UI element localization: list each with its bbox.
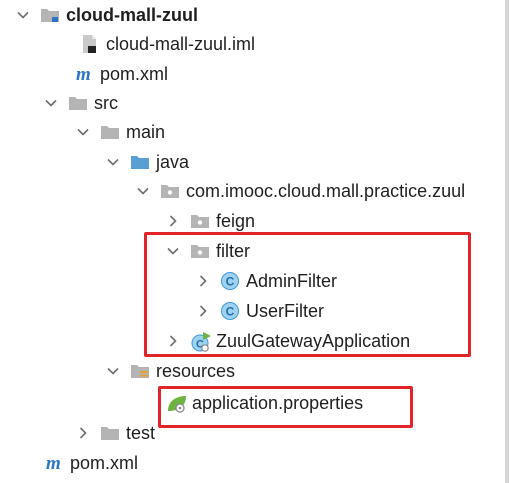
folder-icon	[68, 93, 88, 113]
tree-node-java[interactable]: java	[106, 147, 189, 177]
source-folder-icon	[130, 152, 150, 172]
chevron-down-icon[interactable]	[136, 184, 150, 198]
resources-folder-icon	[130, 361, 150, 381]
tree-node-main[interactable]: main	[76, 117, 165, 147]
chevron-right-icon[interactable]	[76, 426, 90, 440]
chevron-down-icon[interactable]	[16, 8, 30, 22]
tree-node-resources[interactable]: resources	[106, 356, 235, 386]
chevron-down-icon[interactable]	[106, 155, 120, 169]
tree-node-label: java	[156, 152, 190, 172]
tree-node-label: cloud-mall-zuul.iml	[106, 34, 256, 54]
svg-text:m: m	[76, 64, 91, 84]
maven-icon: m	[46, 453, 68, 473]
tree-node-root-pom-xml[interactable]: m pom.xml	[46, 448, 138, 478]
package-icon	[190, 211, 210, 231]
tree-node-label: resources	[156, 361, 236, 381]
tree-node-label: main	[126, 122, 166, 142]
highlight-box-filter-package	[144, 232, 471, 357]
tree-node-cloud-mall-zuul[interactable]: cloud-mall-zuul	[16, 0, 198, 30]
tree-node-label: src	[94, 93, 118, 113]
package-icon	[160, 181, 180, 201]
folder-icon	[100, 423, 120, 443]
maven-icon: m	[76, 64, 98, 84]
iml-file-icon	[80, 34, 100, 54]
tree-node-iml-file[interactable]: cloud-mall-zuul.iml	[80, 29, 255, 59]
chevron-down-icon[interactable]	[76, 125, 90, 139]
highlight-box-application-properties	[158, 386, 413, 428]
module-folder-icon	[40, 5, 60, 25]
tree-node-label: cloud-mall-zuul	[66, 5, 198, 25]
tree-node-package-root[interactable]: com.imooc.cloud.mall.practice.zuul	[136, 176, 465, 206]
chevron-down-icon[interactable]	[106, 364, 120, 378]
project-tree: cloud-mall-zuul cloud-mall-zuul.iml m po…	[0, 0, 509, 483]
svg-text:m: m	[46, 453, 61, 473]
chevron-down-icon[interactable]	[44, 96, 58, 110]
tree-node-src[interactable]: src	[44, 88, 118, 118]
tree-node-pom-xml[interactable]: m pom.xml	[76, 59, 168, 89]
tree-node-label: com.imooc.cloud.mall.practice.zuul	[186, 181, 466, 201]
chevron-right-icon[interactable]	[166, 214, 180, 228]
folder-icon	[100, 122, 120, 142]
scrollbar[interactable]	[505, 0, 509, 483]
tree-node-label: test	[126, 423, 156, 443]
tree-node-label: pom.xml	[70, 453, 139, 473]
tree-node-label: pom.xml	[100, 64, 169, 84]
tree-node-test[interactable]: test	[76, 418, 155, 448]
